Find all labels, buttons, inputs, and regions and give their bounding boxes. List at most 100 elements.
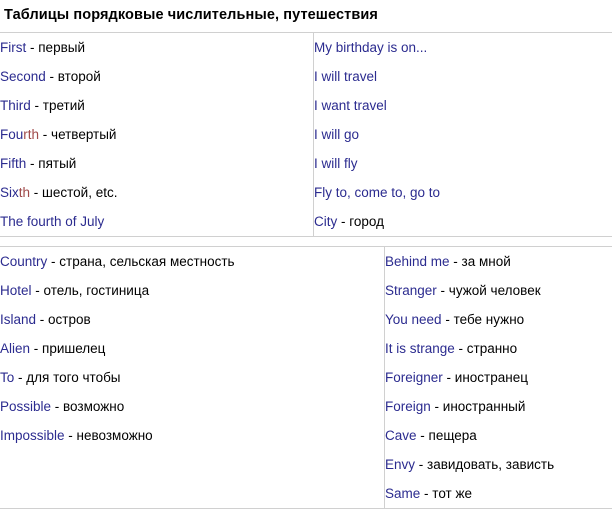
entry-separator: - (420, 486, 432, 501)
entry-separator: - (36, 312, 48, 327)
list-item: Same - тот же (385, 479, 612, 508)
entry-term: First (0, 40, 26, 55)
list-item: Behind me - за мной (385, 247, 612, 276)
list-item: Sixth - шестой, etc. (0, 178, 313, 207)
list-item: Fly to, come to, go to (314, 178, 612, 207)
entry-gloss: странно (467, 341, 517, 356)
entry-separator: - (442, 312, 454, 327)
entry-term-head: Fou (0, 127, 23, 142)
entry-term: Impossible (0, 428, 65, 443)
travel-phrases-column: My birthday is on... I will travel I wan… (314, 33, 612, 237)
entry-term: Foreigner (385, 370, 443, 385)
entry-gloss: четвертый (51, 127, 116, 142)
entry-gloss: за мной (462, 254, 511, 269)
entry-term: Stranger (385, 283, 437, 298)
entry-term: You need (385, 312, 442, 327)
entry-term: Alien (0, 341, 30, 356)
list-item: Second - второй (0, 62, 313, 91)
entry-gloss: пятый (38, 156, 76, 171)
list-item: Fourth - четвертый (0, 120, 313, 149)
list-item: Possible - возможно (0, 392, 384, 421)
entry-gloss: остров (48, 312, 91, 327)
entry-separator: - (431, 399, 443, 414)
entry-gloss: пещера (429, 428, 477, 443)
entry-term: Fourth (0, 127, 39, 142)
list-item: City - город (314, 207, 612, 236)
list-item: The fourth of July (0, 207, 313, 236)
entry-term: Island (0, 312, 36, 327)
list-item: Cave - пещера (385, 421, 612, 450)
ordinal-numbers-table: First - первый Second - второй Third - т… (0, 32, 612, 237)
entry-term: Foreign (385, 399, 431, 414)
entry-separator: - (65, 428, 77, 443)
list-item: It is strange - странно (385, 334, 612, 363)
entry-separator: - (30, 341, 42, 356)
places-column: Country - страна, сельская местность Hot… (0, 247, 385, 509)
entry-phrase: I will go (314, 127, 359, 142)
entry-gloss: страна, сельская местность (59, 254, 234, 269)
entry-term: The fourth of July (0, 214, 104, 229)
entry-gloss: для того чтобы (26, 370, 120, 385)
entry-separator: - (31, 98, 43, 113)
strangers-column: Behind me - за мной Stranger - чужой чел… (385, 247, 612, 509)
list-item: I will travel (314, 62, 612, 91)
entry-separator: - (39, 127, 51, 142)
entry-term-head: Six (0, 185, 19, 200)
entry-separator: - (30, 185, 42, 200)
entry-term-highlight: rth (23, 127, 39, 142)
entry-separator: - (47, 254, 59, 269)
entry-phrase: I will fly (314, 156, 358, 171)
vocabulary-sheet: Таблицы порядковые числительные, путешес… (0, 0, 612, 501)
entry-gloss: второй (58, 69, 101, 84)
entry-term: Envy (385, 457, 415, 472)
entry-separator: - (415, 457, 427, 472)
entry-gloss: невозможно (77, 428, 153, 443)
entry-gloss: завидовать, зависть (427, 457, 554, 472)
entry-term: To (0, 370, 14, 385)
list-item: I will fly (314, 149, 612, 178)
entry-gloss: первый (38, 40, 85, 55)
ordinals-column: First - первый Second - второй Third - т… (0, 33, 314, 237)
list-item: Third - третий (0, 91, 313, 120)
entry-phrase: City (314, 214, 337, 229)
list-item: Foreign - иностранный (385, 392, 612, 421)
entry-gloss: пришелец (42, 341, 105, 356)
entry-term: Fifth (0, 156, 26, 171)
entry-term: Country (0, 254, 47, 269)
travel-vocabulary-table: Country - страна, сельская местность Hot… (0, 246, 612, 509)
entry-term: Hotel (0, 283, 32, 298)
entry-gloss: третий (43, 98, 85, 113)
entry-term: Sixth (0, 185, 30, 200)
entry-gloss: возможно (63, 399, 124, 414)
list-item: Foreigner - иностранец (385, 363, 612, 392)
entry-separator: - (417, 428, 429, 443)
list-item: Alien - пришелец (0, 334, 384, 363)
entry-phrase: My birthday is on... (314, 40, 427, 55)
list-item: Hotel - отель, гостиница (0, 276, 384, 305)
entry-term: Cave (385, 428, 417, 443)
entry-gloss: чужой человек (449, 283, 541, 298)
entry-separator: - (337, 214, 349, 229)
entry-phrase: I will travel (314, 69, 377, 84)
entry-separator: - (437, 283, 449, 298)
entry-phrase: Fly to, come to, go to (314, 185, 440, 200)
entry-gloss: иностранец (455, 370, 528, 385)
entry-separator: - (32, 283, 44, 298)
list-item: My birthday is on... (314, 33, 612, 62)
page-title: Таблицы порядковые числительные, путешес… (0, 0, 612, 25)
entry-gloss: тот же (432, 486, 472, 501)
list-item: Island - остров (0, 305, 384, 334)
list-item: I will go (314, 120, 612, 149)
entry-separator: - (14, 370, 26, 385)
list-item: Fifth - пятый (0, 149, 313, 178)
entry-gloss: тебе нужно (454, 312, 525, 327)
entry-term: Second (0, 69, 46, 84)
entry-term: It is strange (385, 341, 455, 356)
entry-term: Same (385, 486, 420, 501)
entry-term: Possible (0, 399, 51, 414)
entry-gloss: шестой, etc. (42, 185, 117, 200)
entry-separator: - (46, 69, 58, 84)
list-item: You need - тебе нужно (385, 305, 612, 334)
entry-term-highlight: th (19, 185, 30, 200)
list-item: Impossible - невозможно (0, 421, 384, 450)
